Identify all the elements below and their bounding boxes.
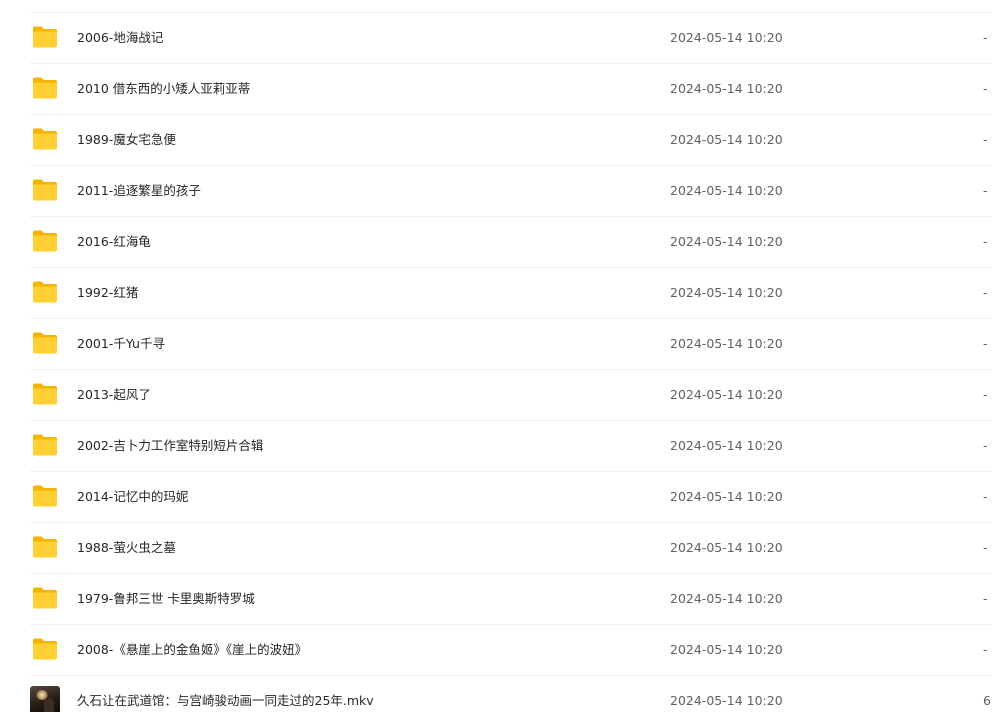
modified-date: 2024-05-14 10:20 [670,642,783,657]
file-name[interactable]: 久石让在武道馆：与宫崎骏动画一同走过的25年.mkv [77,676,374,712]
modified-date: 2024-05-14 10:20 [670,540,783,555]
file-name[interactable]: 2006-地海战记 [77,13,163,63]
video-thumbnail [30,686,60,712]
file-name[interactable]: 2016-红海龟 [77,217,151,267]
folder-row[interactable]: 1979-鲁邦三世 卡里奥斯特罗城 2024-05-14 10:20 - [30,574,992,625]
file-row[interactable]: 久石让在武道馆：与宫崎骏动画一同走过的25年.mkv 2024-05-14 10:… [30,676,992,712]
folder-row[interactable]: 2006-地海战记 2024-05-14 10:20 - [30,13,992,64]
folder-icon [33,383,57,405]
modified-date: 2024-05-14 10:20 [670,693,783,708]
modified-date: 2024-05-14 10:20 [670,132,783,147]
folder-icon [33,332,57,354]
file-size: - [983,336,988,351]
file-name[interactable]: 2010 借东西的小矮人亚莉亚蒂 [77,64,250,114]
file-size: - [983,591,988,606]
modified-date: 2024-05-14 10:20 [670,234,783,249]
file-size: - [983,438,988,453]
folder-icon [33,536,57,558]
folder-row[interactable]: 2013-起风了 2024-05-14 10:20 - [30,370,992,421]
modified-date: 2024-05-14 10:20 [670,591,783,606]
file-name[interactable]: 1992-红猪 [77,268,138,318]
modified-date: 2024-05-14 10:20 [670,336,783,351]
file-name[interactable]: 2002-吉卜力工作室特别短片合辑 [77,421,263,471]
folder-row[interactable]: 1989-魔女宅急便 2024-05-14 10:20 - [30,115,992,166]
folder-icon [33,587,57,609]
modified-date: 2024-05-14 10:20 [670,30,783,45]
folder-icon [33,638,57,660]
folder-icon [33,485,57,507]
folder-row[interactable]: 2002-吉卜力工作室特别短片合辑 2024-05-14 10:20 - [30,421,992,472]
modified-date: 2024-05-14 10:20 [670,387,783,402]
file-size: - [983,489,988,504]
file-name[interactable]: 2001-千Yu千寻 [77,319,165,369]
modified-date: 2024-05-14 10:20 [670,489,783,504]
file-size: 6. [983,693,992,708]
file-size: - [983,540,988,555]
file-list: 2006-地海战记 2024-05-14 10:20-2010 借东西的小矮人亚莉… [0,0,992,712]
file-size: - [983,132,988,147]
file-name[interactable]: 1988-萤火虫之墓 [77,523,176,573]
thumbnail-figure [44,698,54,712]
folder-icon [33,77,57,99]
folder-icon [33,128,57,150]
file-size: - [983,183,988,198]
folder-row[interactable]: 1988-萤火虫之墓 2024-05-14 10:20 - [30,523,992,574]
file-name[interactable]: 1979-鲁邦三世 卡里奥斯特罗城 [77,574,255,624]
file-size: - [983,642,988,657]
file-size: - [983,234,988,249]
file-name[interactable]: 2013-起风了 [77,370,151,420]
folder-icon [33,26,57,48]
modified-date: 2024-05-14 10:20 [670,183,783,198]
folder-row[interactable]: 2014-记忆中的玛妮 2024-05-14 10:20 - [30,472,992,523]
modified-date: 2024-05-14 10:20 [670,81,783,96]
folder-icon [33,179,57,201]
file-size: - [983,30,988,45]
folder-icon [33,281,57,303]
file-size: - [983,387,988,402]
folder-row[interactable]: 2011-追逐繁星的孩子 2024-05-14 10:20 - [30,166,992,217]
modified-date: 2024-05-14 10:20 [670,285,783,300]
folder-icon [33,230,57,252]
file-size: - [983,285,988,300]
file-size: - [983,81,988,96]
modified-date: 2024-05-14 10:20 [670,438,783,453]
folder-row[interactable]: 2016-红海龟 2024-05-14 10:20 - [30,217,992,268]
folder-row[interactable]: 2010 借东西的小矮人亚莉亚蒂 2024-05-14 10:20 - [30,64,992,115]
file-name[interactable]: 2014-记忆中的玛妮 [77,472,188,522]
folder-row[interactable]: 1992-红猪 2024-05-14 10:20 - [30,268,992,319]
file-name[interactable]: 2008-《悬崖上的金鱼姬》《崖上的波妞》 [77,625,307,675]
folder-row[interactable]: 2001-千Yu千寻 2024-05-14 10:20 - [30,319,992,370]
file-name[interactable]: 2011-追逐繁星的孩子 [77,166,201,216]
folder-row[interactable]: 2008-《悬崖上的金鱼姬》《崖上的波妞》 2024-05-14 10:20 - [30,625,992,676]
folder-icon [33,434,57,456]
file-name[interactable]: 1989-魔女宅急便 [77,115,176,165]
